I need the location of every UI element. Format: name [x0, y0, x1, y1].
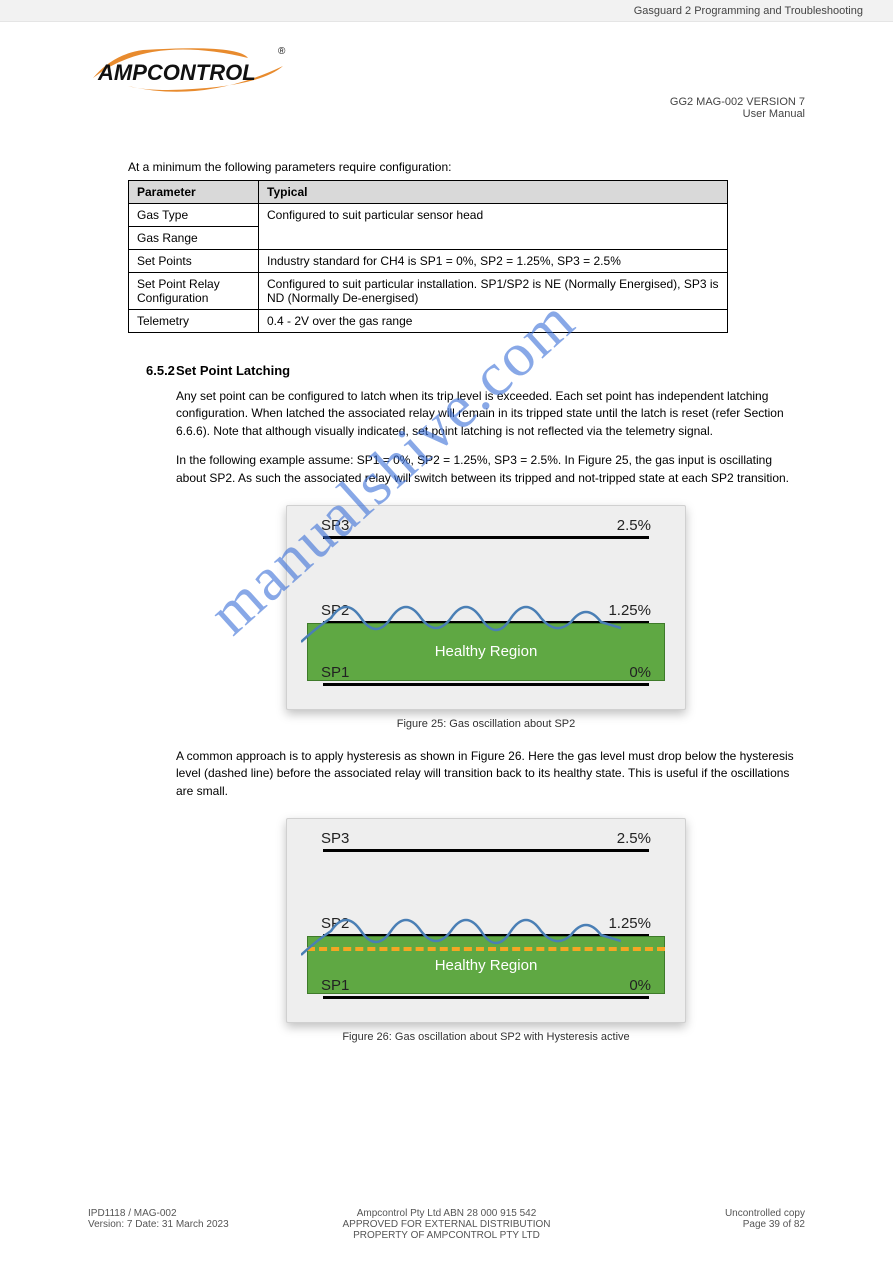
cell-param: Telemetry [129, 310, 259, 333]
footer-right-line2: Page 39 of 82 [566, 1219, 805, 1230]
sp1-left-label: SP1 [321, 664, 349, 681]
sp3-left-label: SP3 [321, 517, 349, 534]
intro-line: At a minimum the following parameters re… [128, 160, 806, 174]
figure-26-caption: Figure 26: Gas oscillation about SP2 wit… [176, 1031, 796, 1043]
section-paragraph: A common approach is to apply hysteresis… [176, 748, 796, 800]
logo-text: AMPCONTROL [97, 60, 256, 85]
page-footer: IPD1118 / MAG-002 Version: 7 Date: 31 Ma… [88, 1208, 805, 1241]
page-label-line1: GG2 MAG-002 VERSION 7 [670, 96, 805, 108]
sp3-line [323, 849, 649, 852]
sp2-right-label: 1.25% [608, 602, 651, 619]
sp2-right-label: 1.25% [608, 915, 651, 932]
healthy-region-label: Healthy Region [435, 957, 538, 974]
figure-25-caption: Figure 25: Gas oscillation about SP2 [176, 718, 796, 730]
page-label-line2: User Manual [670, 108, 805, 120]
footer-right: Uncontrolled copy Page 39 of 82 [566, 1208, 805, 1241]
page-label: GG2 MAG-002 VERSION 7 User Manual [670, 96, 805, 120]
figure-26: SP3 2.5% SP2 1.25% Healthy Region SP1 [176, 818, 796, 1023]
footer-right-line1: Uncontrolled copy [566, 1208, 805, 1219]
section-title: Set Point Latching [176, 363, 796, 378]
sp3-left-label: SP3 [321, 830, 349, 847]
sp3-right-label: 2.5% [617, 830, 651, 847]
footer-center-line1: Ampcontrol Pty Ltd ABN 28 000 915 542 [327, 1208, 566, 1219]
cell-param: Set Point Relay Configuration [129, 273, 259, 310]
footer-left-line1: IPD1118 / MAG-002 [88, 1208, 327, 1219]
healthy-region: Healthy Region [307, 936, 665, 994]
section-number: 6.5.2 [146, 363, 175, 378]
sp1-left-label: SP1 [321, 977, 349, 994]
sp1-line [323, 683, 649, 686]
sp1-right-label: 0% [629, 664, 651, 681]
sp2-left-label: SP2 [321, 602, 349, 619]
doc-header-bar: Gasguard 2 Programming and Troubleshooti… [0, 0, 893, 22]
sp1-right-label: 0% [629, 977, 651, 994]
cell-typical: 0.4 - 2V over the gas range [259, 310, 728, 333]
cell-param: Set Points [129, 250, 259, 273]
table-header-typical: Typical [259, 181, 728, 204]
healthy-region-label: Healthy Region [435, 643, 538, 660]
table-row: Telemetry 0.4 - 2V over the gas range [129, 310, 728, 333]
sp1-line [323, 996, 649, 999]
sp3-line [323, 536, 649, 539]
section-paragraph: In the following example assume: SP1 = 0… [176, 452, 796, 487]
footer-left: IPD1118 / MAG-002 Version: 7 Date: 31 Ma… [88, 1208, 327, 1241]
table-header-parameter: Parameter [129, 181, 259, 204]
cell-param: Gas Type [129, 204, 259, 227]
table-row: Set Point Relay Configuration Configured… [129, 273, 728, 310]
page-content: At a minimum the following parameters re… [88, 160, 806, 1061]
doc-header-title: Gasguard 2 Programming and Troubleshooti… [634, 5, 863, 17]
cell-param: Gas Range [129, 227, 259, 250]
footer-left-line2: Version: 7 Date: 31 March 2023 [88, 1219, 327, 1230]
chart-card: SP3 2.5% SP2 1.25% Healthy Region SP1 [286, 818, 686, 1023]
sp2-left-label: SP2 [321, 915, 349, 932]
table-row: Set Points Industry standard for CH4 is … [129, 250, 728, 273]
table-header-row: Parameter Typical [129, 181, 728, 204]
section-paragraph: Any set point can be configured to latch… [176, 388, 796, 440]
sp3-right-label: 2.5% [617, 517, 651, 534]
figure-25: SP3 2.5% SP2 1.25% Healthy Region SP1 [176, 505, 796, 710]
footer-center: Ampcontrol Pty Ltd ABN 28 000 915 542 AP… [327, 1208, 566, 1241]
hysteresis-line [307, 947, 665, 951]
svg-text:®: ® [278, 46, 286, 57]
parameters-table: Parameter Typical Gas Type Configured to… [128, 180, 728, 333]
cell-typical: Configured to suit particular sensor hea… [259, 204, 728, 250]
cell-typical: Configured to suit particular installati… [259, 273, 728, 310]
ampcontrol-logo: AMPCONTROL ® [88, 44, 288, 96]
section-652: 6.5.2 Set Point Latching Any set point c… [176, 363, 796, 1043]
chart-card: SP3 2.5% SP2 1.25% Healthy Region SP1 [286, 505, 686, 710]
table-row: Gas Type Configured to suit particular s… [129, 204, 728, 227]
cell-typical: Industry standard for CH4 is SP1 = 0%, S… [259, 250, 728, 273]
healthy-region: Healthy Region [307, 623, 665, 681]
footer-center-line2: APPROVED FOR EXTERNAL DISTRIBUTION PROPE… [327, 1219, 566, 1241]
